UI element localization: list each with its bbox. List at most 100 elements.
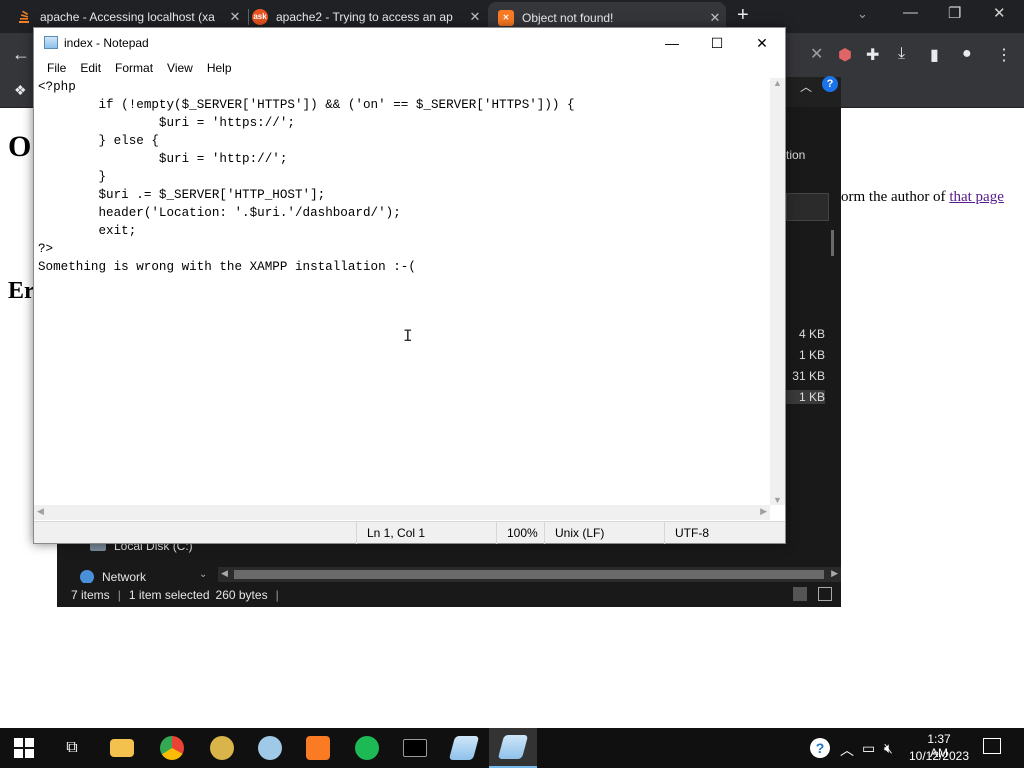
taskbar-green-app[interactable] <box>343 728 391 768</box>
explorer-ribbon-tab[interactable]: tion <box>786 148 805 162</box>
help-icon[interactable]: ? <box>810 738 830 758</box>
text-editor-area[interactable]: <?php if (!empty($_SERVER['HTTPS']) && (… <box>34 78 770 530</box>
chevron-down-icon[interactable]: ⌄ <box>199 569 207 580</box>
zoom-level: 100% <box>496 522 544 544</box>
xampp-icon: ✕ <box>498 9 514 26</box>
notepad-icon <box>44 36 58 49</box>
scroll-down-icon[interactable]: ▼ <box>773 495 782 505</box>
explorer-scrollbar[interactable] <box>831 230 834 256</box>
notification-icon[interactable] <box>983 738 1001 754</box>
taskbar-anime-app[interactable] <box>246 728 294 768</box>
close-icon[interactable]: ✕ <box>224 9 246 25</box>
editor-content[interactable]: <?php if (!empty($_SERVER['HTTPS']) && (… <box>38 78 575 276</box>
puzzle-extensions-icon[interactable]: ✚ <box>866 45 879 65</box>
taskbar-terminal[interactable] <box>391 728 439 768</box>
taskbar-bee-app[interactable] <box>198 728 246 768</box>
page-heading: O <box>8 130 32 163</box>
profile-avatar-icon[interactable]: ● <box>962 45 972 63</box>
scroll-left-icon[interactable]: ◀ <box>221 568 228 579</box>
task-view-icon: ⧉ <box>66 739 78 756</box>
chevron-up-icon[interactable]: ︿ <box>800 78 812 95</box>
anime-app-icon <box>258 736 282 760</box>
page-error-text-fragment: orm the author of <box>841 189 950 205</box>
back-arrow-icon[interactable]: ← <box>12 44 30 65</box>
tab-title: apache - Accessing localhost (xa <box>40 9 215 24</box>
tab-title: Object not found! <box>522 10 614 25</box>
minimize-icon[interactable]: — <box>649 32 695 54</box>
file-size: 31 KB <box>792 369 825 383</box>
chrome-icon <box>160 736 184 760</box>
page-error-text: orm the author of that page <box>841 189 1004 206</box>
extension-badge-icon[interactable]: ⬢ <box>838 45 852 65</box>
clock-date[interactable]: 10/12/2023 <box>908 749 970 763</box>
menu-edit[interactable]: Edit <box>73 58 108 78</box>
more-menu-icon[interactable]: ⋮ <box>996 45 1012 65</box>
taskbar-xampp[interactable] <box>294 728 342 768</box>
scroll-left-icon[interactable]: ◀ <box>37 506 44 517</box>
text-cursor-icon: I <box>403 326 413 345</box>
bee-app-icon <box>210 736 234 760</box>
details-view-icon[interactable] <box>793 587 807 601</box>
file-size-selected: 1 KB <box>785 390 825 404</box>
explorer-search-input[interactable] <box>786 193 829 221</box>
task-view-button[interactable]: ⧉ <box>48 728 96 768</box>
tab-title: apache2 - Trying to access an ap <box>276 9 453 24</box>
windows-start-icon[interactable] <box>14 738 34 758</box>
status-separator: | <box>275 588 279 602</box>
scrollbar-thumb[interactable] <box>234 570 824 579</box>
scroll-up-icon[interactable]: ▲ <box>773 78 782 88</box>
page-heading-error: Er <box>8 278 35 304</box>
stackoverflow-icon <box>16 9 32 25</box>
green-app-icon <box>355 736 379 760</box>
menu-format[interactable]: Format <box>108 58 160 78</box>
restore-icon[interactable]: ❐ <box>948 4 961 22</box>
close-icon[interactable]: ✕ <box>810 44 823 64</box>
vertical-scrollbar[interactable]: ▲ ▼ <box>770 78 785 505</box>
menu-view[interactable]: View <box>160 58 200 78</box>
horizontal-scrollbar[interactable]: ◀ ▶ <box>34 505 770 520</box>
tiles-view-icon[interactable] <box>818 587 832 601</box>
network-icon[interactable]: ▭ <box>862 740 875 757</box>
status-bar: Ln 1, Col 1 100% Unix (LF) UTF-8 <box>34 521 785 544</box>
notepad-icon <box>448 736 480 760</box>
item-count: 7 items <box>71 588 110 602</box>
file-size: 4 KB <box>798 327 825 341</box>
xampp-icon <box>306 736 330 760</box>
help-icon[interactable]: ? <box>822 76 838 92</box>
bookmark-icon[interactable]: ❖ <box>14 82 27 99</box>
menu-bar: File Edit Format View Help <box>34 58 785 78</box>
terminal-icon <box>403 739 427 757</box>
close-icon[interactable]: ✕ <box>704 10 726 26</box>
encoding: UTF-8 <box>664 522 769 544</box>
minimize-icon[interactable]: — <box>903 4 918 21</box>
close-icon[interactable]: ✕ <box>993 4 1006 22</box>
file-size: 1 KB <box>798 348 825 362</box>
taskbar-file-explorer[interactable] <box>98 728 146 768</box>
menu-file[interactable]: File <box>40 58 73 78</box>
scroll-right-icon[interactable]: ▶ <box>831 568 838 579</box>
new-tab-button[interactable]: + <box>737 4 749 27</box>
download-icon[interactable]: ⤓ <box>898 45 905 63</box>
side-panel-icon[interactable]: ▮ <box>930 45 939 65</box>
maximize-icon[interactable]: ☐ <box>694 32 740 54</box>
status-separator: | <box>117 588 121 602</box>
taskbar-notepad-active[interactable] <box>489 728 537 768</box>
taskbar-notepad[interactable] <box>440 728 488 768</box>
close-icon[interactable]: ✕ <box>739 32 785 54</box>
explorer-status-bar: 7 items | 1 item selected 260 bytes | <box>57 583 841 607</box>
volume-muted-icon[interactable]: 🔇︎ <box>884 740 893 757</box>
file-explorer-icon <box>110 739 134 757</box>
nav-item-network[interactable]: Network <box>80 570 146 584</box>
chevron-up-icon[interactable]: ︿ <box>840 740 854 760</box>
notepad-icon <box>497 735 529 759</box>
explorer-horizontal-scrollbar[interactable]: ◀ ▶ <box>218 567 841 582</box>
nav-item-label: Network <box>102 570 147 584</box>
selected-size: 260 bytes <box>215 588 268 602</box>
menu-help[interactable]: Help <box>200 58 239 78</box>
notepad-titlebar[interactable]: index - Notepad — ☐ ✕ <box>34 28 785 58</box>
tab-search-icon[interactable]: ⌄ <box>857 6 868 22</box>
taskbar-chrome[interactable] <box>148 728 196 768</box>
close-icon[interactable]: ✕ <box>464 9 486 25</box>
scroll-right-icon[interactable]: ▶ <box>760 506 767 517</box>
that-page-link[interactable]: that page <box>949 189 1004 205</box>
